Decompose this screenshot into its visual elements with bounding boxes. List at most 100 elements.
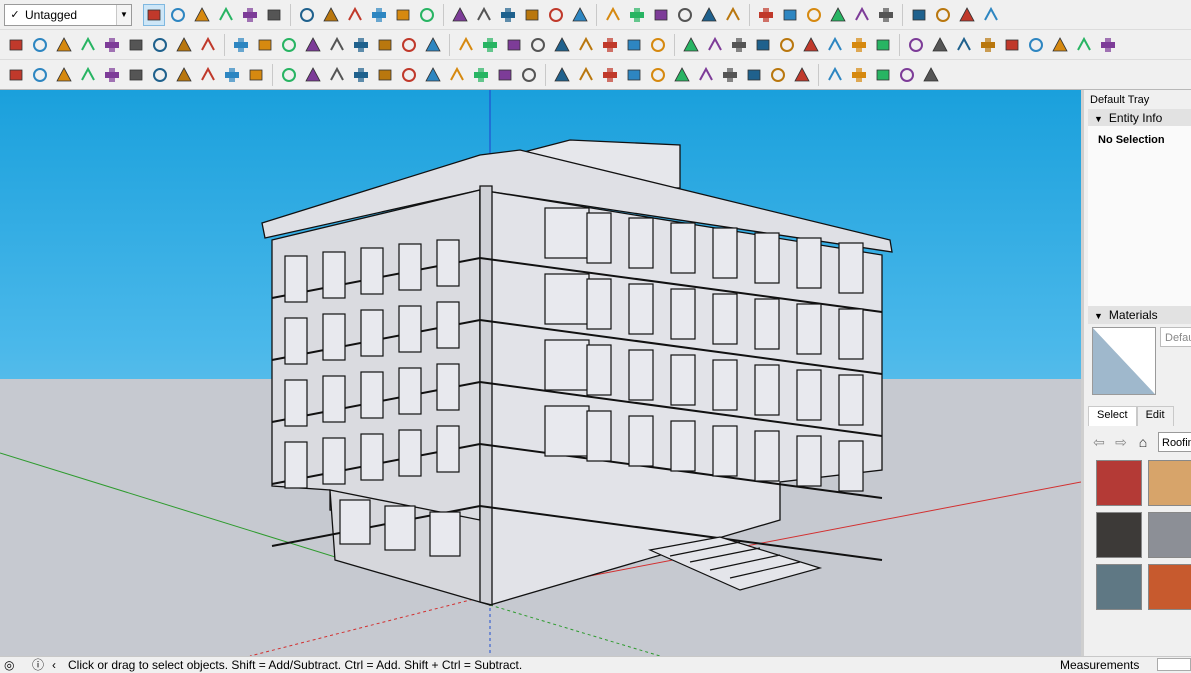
current-material-swatch[interactable] (1092, 327, 1156, 395)
tag-icon[interactable] (149, 34, 171, 56)
model-viewport[interactable] (0, 90, 1081, 656)
layers-icon[interactable] (626, 4, 648, 26)
zoom-icon[interactable] (521, 4, 543, 26)
mail-icon[interactable] (221, 64, 243, 86)
material-swatch-roofing-slate-dark[interactable] (1096, 512, 1142, 558)
corner-icon[interactable] (494, 64, 516, 86)
rotate-icon[interactable] (344, 4, 366, 26)
trim-icon[interactable] (278, 64, 300, 86)
weld-icon[interactable] (551, 64, 573, 86)
project-icon[interactable] (398, 64, 420, 86)
chamfer-icon[interactable] (350, 64, 372, 86)
stair-icon[interactable] (326, 34, 348, 56)
warehouse-icon[interactable] (569, 4, 591, 26)
flag-icon[interactable] (254, 34, 276, 56)
spiral-icon[interactable] (575, 34, 597, 56)
wireframe-icon[interactable] (875, 4, 897, 26)
tile2-icon[interactable] (872, 34, 894, 56)
target-icon[interactable] (776, 34, 798, 56)
connector-icon[interactable] (791, 64, 813, 86)
shape-icon[interactable] (239, 4, 261, 26)
pyramid-icon[interactable] (479, 34, 501, 56)
fill2-icon[interactable] (1073, 34, 1095, 56)
shell-icon[interactable] (446, 64, 468, 86)
select-arrow-icon[interactable] (143, 3, 165, 26)
home-icon[interactable]: ⌂ (1132, 434, 1154, 450)
material-swatch-roofing-red-metal[interactable] (1096, 460, 1142, 506)
textured-icon[interactable] (932, 4, 954, 26)
back-arrow-icon[interactable]: ⇦ (1088, 434, 1110, 451)
warning-icon[interactable] (503, 34, 525, 56)
material-library-select[interactable]: Roofing (1158, 432, 1191, 452)
add-icon[interactable] (77, 64, 99, 86)
xray-icon[interactable] (851, 4, 873, 26)
material-swatch-roofing-clay-orange[interactable] (1148, 564, 1191, 610)
book-icon[interactable] (1025, 34, 1047, 56)
settings-gear-icon[interactable] (197, 64, 219, 86)
move-icon[interactable] (320, 4, 342, 26)
split-icon[interactable] (470, 64, 492, 86)
ramp-icon[interactable] (125, 64, 147, 86)
flip-edge-icon[interactable] (125, 34, 147, 56)
tape-measure-icon[interactable] (392, 4, 414, 26)
plus-icon[interactable] (398, 34, 420, 56)
orbit-icon[interactable] (473, 4, 495, 26)
forward-arrow-icon[interactable]: ⇨ (1110, 434, 1132, 451)
pattern-icon[interactable] (920, 64, 942, 86)
handrail-icon[interactable] (302, 34, 324, 56)
front-view-icon[interactable] (755, 4, 777, 26)
material-swatch-roofing-shingle-tan[interactable] (1148, 460, 1191, 506)
pan-icon[interactable] (497, 4, 519, 26)
cross-icon[interactable] (374, 34, 396, 56)
hatch-icon[interactable] (872, 64, 894, 86)
circle-icon[interactable] (953, 34, 975, 56)
fillet-icon[interactable] (326, 64, 348, 86)
info-circle-icon[interactable]: ⓘ (32, 657, 46, 672)
extend-icon[interactable] (302, 64, 324, 86)
box-icon[interactable] (197, 34, 219, 56)
right-view-icon[interactable] (779, 4, 801, 26)
film-icon[interactable] (53, 64, 75, 86)
section-plane-icon[interactable] (956, 4, 978, 26)
tangent-icon[interactable] (767, 64, 789, 86)
scatter-icon[interactable] (929, 34, 951, 56)
section-display-icon[interactable] (980, 4, 1002, 26)
pencil-line-icon[interactable] (191, 4, 213, 26)
add-location-icon[interactable] (650, 4, 672, 26)
grid-icon[interactable] (230, 34, 252, 56)
profile-icon[interactable] (647, 64, 669, 86)
scale-icon[interactable] (368, 4, 390, 26)
tab-select[interactable]: Select (1088, 406, 1137, 426)
flower-icon[interactable] (800, 34, 822, 56)
undo-icon[interactable] (647, 34, 669, 56)
info-icon[interactable] (245, 64, 267, 86)
material-swatch-roofing-metal-blue[interactable] (1096, 564, 1142, 610)
curve-edge-icon[interactable] (575, 64, 597, 86)
add-detail-icon[interactable] (101, 34, 123, 56)
iso-view-icon[interactable] (698, 4, 720, 26)
refresh-sync-icon[interactable] (29, 64, 51, 86)
chevron-down-icon[interactable]: ▼ (116, 4, 131, 25)
tag-select[interactable]: ✓ Untagged ▼ (4, 3, 132, 26)
stack-icon[interactable] (743, 64, 765, 86)
materials-header[interactable]: ▼ Materials (1088, 306, 1191, 324)
refresh-icon[interactable] (527, 34, 549, 56)
puzzle-icon[interactable] (680, 34, 702, 56)
cloud-upload-icon[interactable] (173, 64, 195, 86)
sync-icon[interactable] (752, 34, 774, 56)
compass-icon[interactable] (599, 34, 621, 56)
checker-icon[interactable] (149, 64, 171, 86)
cone-icon[interactable] (455, 34, 477, 56)
solid-icon[interactable] (422, 64, 444, 86)
stamp-icon[interactable] (53, 34, 75, 56)
zoom-extents-icon[interactable] (545, 4, 567, 26)
mirror-icon[interactable] (728, 34, 750, 56)
grid-lines-icon[interactable] (896, 64, 918, 86)
entity-info-header[interactable]: ▼ Entity Info (1088, 109, 1191, 127)
fill3-icon[interactable] (1097, 34, 1119, 56)
array-icon[interactable] (977, 34, 999, 56)
offset-icon[interactable] (374, 64, 396, 86)
smoove-icon[interactable] (29, 34, 51, 56)
geo-location-icon[interactable]: ◎ (4, 657, 18, 672)
tree-icon[interactable] (101, 64, 123, 86)
